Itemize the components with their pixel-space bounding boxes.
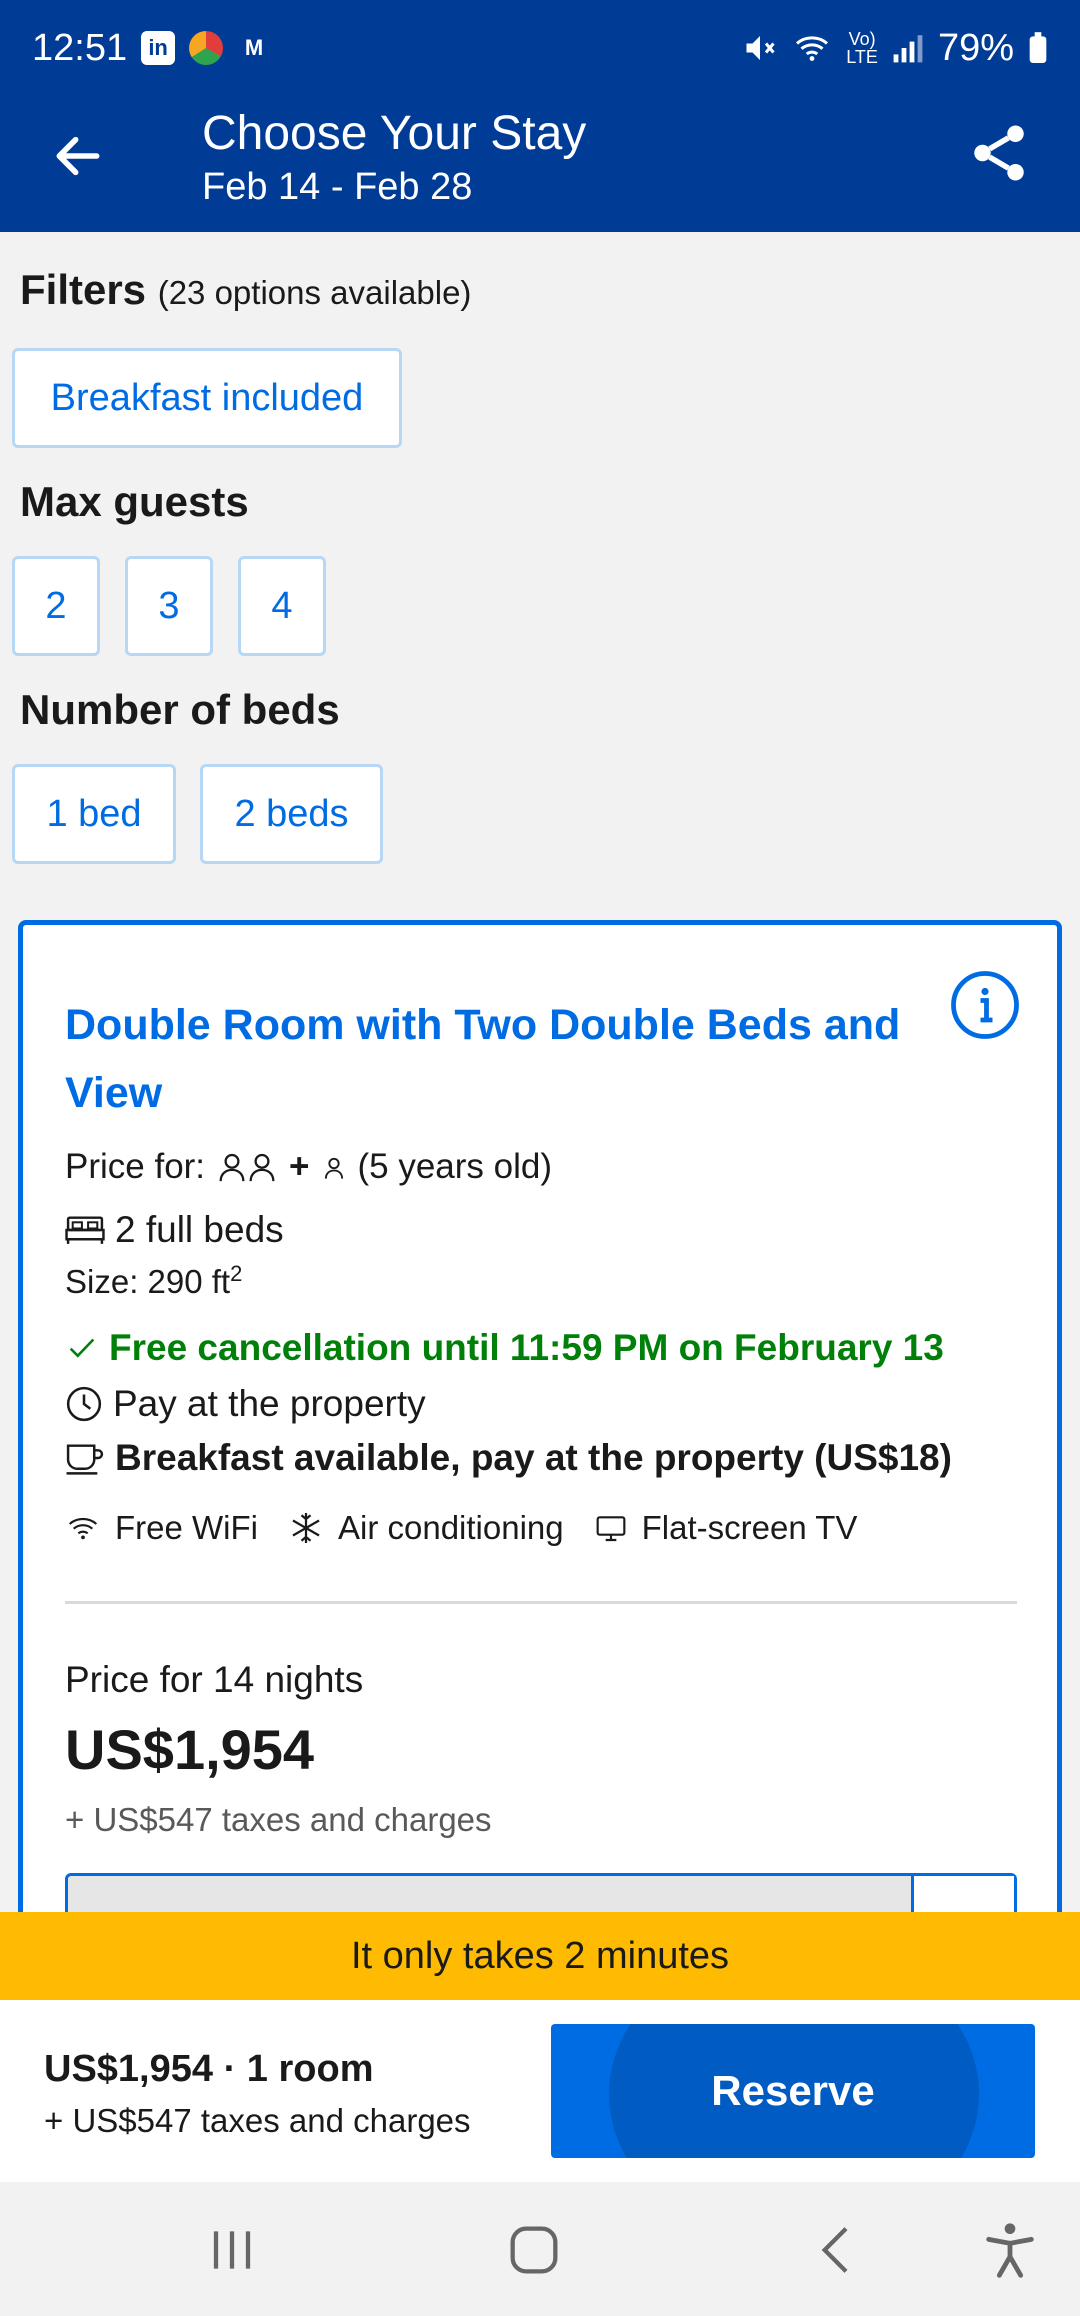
size-row: Size: 290 ft2 — [65, 1261, 243, 1300]
arrow-left-icon[interactable] — [50, 128, 106, 184]
beds-option-2[interactable]: 2 beds — [200, 764, 383, 864]
home-icon[interactable] — [502, 2218, 566, 2282]
clock-icon — [66, 1386, 102, 1422]
adult-icon — [219, 1153, 245, 1182]
cancellation-row: Free cancellation until 11:59 PM on Febr… — [65, 1327, 944, 1369]
amenities-row: Free WiFi Air conditioning Flat-screen T… — [65, 1509, 857, 1547]
beds-row: 2 full beds — [65, 1209, 284, 1251]
filter-chip-breakfast[interactable]: Breakfast included — [12, 348, 402, 448]
breakfast-row: Breakfast available, pay at the property… — [65, 1437, 952, 1479]
adult-icon — [249, 1153, 275, 1182]
amenity-wifi: Free WiFi — [115, 1509, 258, 1546]
room-price: US$1,954 — [65, 1718, 315, 1781]
max-guests-heading: Max guests — [20, 478, 249, 525]
clock: 12:51 — [32, 26, 128, 69]
filters-count: (23 options available) — [157, 274, 472, 311]
battery-icon — [1029, 32, 1047, 63]
payment-row: Pay at the property — [65, 1383, 426, 1425]
status-bar: 12:51 in M Vo) LTE 79% — [32, 22, 1048, 74]
app-header: 12:51 in M Vo) LTE 79% Choose Your Stay F… — [0, 0, 1080, 232]
coffee-cup-icon — [66, 1444, 104, 1475]
stay-dates: Feb 14 - Feb 28 — [202, 166, 473, 208]
beds-heading: Number of beds — [20, 686, 340, 733]
mute-icon — [746, 36, 775, 60]
browser-icon — [189, 31, 224, 65]
reserve-button[interactable]: Reserve — [551, 2024, 1035, 2158]
price-for-row: Price for: + (5 years old) — [65, 1147, 553, 1186]
amenity-ac: Air conditioning — [338, 1509, 564, 1546]
total-taxes: + US$547 taxes and charges — [44, 2102, 471, 2139]
volte-icon: Vo) LTE — [846, 29, 878, 67]
booking-bar: US$1,954 · 1 room + US$547 taxes and cha… — [0, 2000, 1080, 2182]
page-title: Choose Your Stay — [202, 107, 587, 160]
divider — [65, 1601, 1017, 1604]
system-nav-bar — [0, 2182, 1080, 2316]
wifi-icon — [68, 1517, 98, 1540]
back-icon[interactable] — [806, 2218, 870, 2282]
m-app-icon: M — [244, 35, 264, 60]
recents-icon[interactable] — [200, 2218, 264, 2282]
wifi-icon — [796, 36, 829, 61]
signal-icon — [893, 35, 923, 63]
accessibility-icon[interactable] — [978, 2218, 1042, 2282]
beds-option-1[interactable]: 1 bed — [12, 764, 176, 864]
guest-option-2[interactable]: 2 — [12, 556, 100, 656]
guest-option-4[interactable]: 4 — [238, 556, 326, 656]
total-summary: US$1,954 · 1 room — [44, 2048, 374, 2090]
info-banner: It only takes 2 minutes — [0, 1912, 1080, 2000]
child-icon — [324, 1157, 343, 1179]
nights-label: Price for 14 nights — [65, 1659, 364, 1700]
guest-option-3[interactable]: 3 — [125, 556, 213, 656]
amenity-tv: Flat-screen TV — [641, 1509, 858, 1546]
room-taxes: + US$547 taxes and charges — [65, 1801, 492, 1838]
checkmark-icon — [69, 1338, 95, 1358]
tv-icon — [596, 1516, 626, 1542]
share-icon[interactable] — [966, 120, 1032, 186]
header-nav: Choose Your Stay Feb 14 - Feb 28 — [0, 100, 1080, 216]
snowflake-icon — [292, 1513, 320, 1543]
filters-heading: Filters (23 options available) — [20, 266, 472, 313]
bed-icon — [65, 1216, 105, 1244]
linkedin-icon: in — [141, 31, 176, 65]
battery-level: 79% — [937, 26, 1014, 69]
room-title[interactable]: Double Room with Two Double Beds and Vie… — [65, 991, 925, 1127]
info-icon[interactable] — [949, 969, 1021, 1041]
